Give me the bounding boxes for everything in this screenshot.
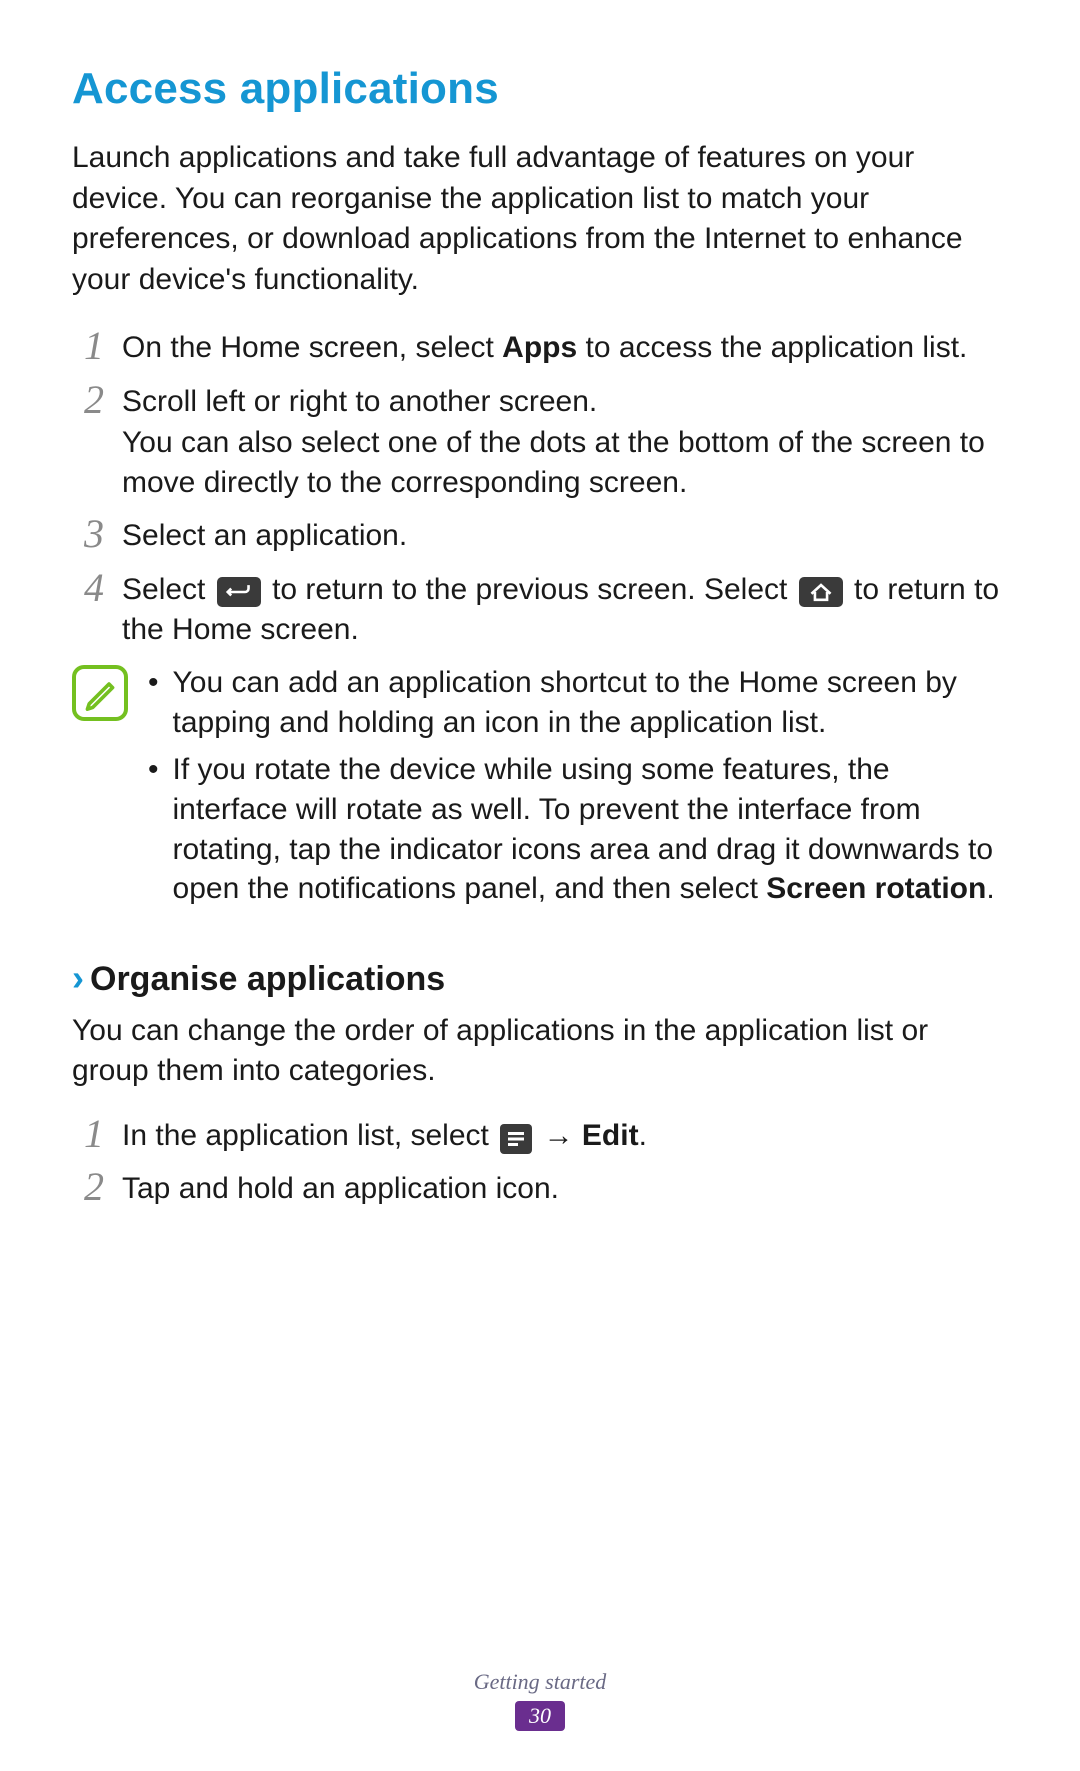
section-heading: Access applications [72, 64, 1008, 114]
bullet-icon: • [148, 750, 159, 908]
text: In the application list, select [122, 1119, 497, 1152]
step-4: 4 Select to return to the previous scree… [72, 570, 1008, 649]
step-text: Select to return to the previous screen.… [122, 570, 1008, 649]
text: Select [122, 573, 214, 606]
step-3: 3 Select an application. [72, 516, 1008, 556]
text-bold-apps: Apps [502, 331, 577, 364]
step-text: Scroll left or right to another screen. … [122, 382, 1008, 503]
note-body: • You can add an application shortcut to… [148, 663, 1008, 917]
steps-list: 1 On the Home screen, select Apps to acc… [72, 328, 1008, 649]
back-icon [217, 577, 261, 607]
step-number: 2 [72, 380, 104, 420]
text: Tap and hold an application icon. [122, 1169, 559, 1209]
menu-icon [500, 1124, 532, 1154]
text: to access the application list. [577, 331, 967, 364]
step-number: 3 [72, 514, 104, 554]
page-number: 30 [515, 1701, 565, 1731]
footer-section-name: Getting started [0, 1669, 1080, 1695]
text-bold-screen-rotation: Screen rotation [766, 872, 986, 905]
text: If you rotate the device while using som… [173, 750, 1008, 908]
step-number: 2 [72, 1167, 104, 1207]
note-bullet-1: • You can add an application shortcut to… [148, 663, 1008, 742]
text: → [544, 1119, 582, 1152]
step-2: 2 Scroll left or right to another screen… [72, 382, 1008, 503]
step-text: Select an application. [122, 516, 407, 556]
subsection-heading-row: › Organise applications [72, 957, 1008, 999]
sub-step-1: 1 In the application list, select → Edit… [72, 1116, 1008, 1156]
text: You can also select one of the dots at t… [122, 423, 1008, 502]
step-number: 1 [72, 1114, 104, 1154]
subsection-heading: Organise applications [90, 960, 445, 999]
note-bullet-2: • If you rotate the device while using s… [148, 750, 1008, 908]
text-bold-edit: Edit [582, 1119, 639, 1152]
step-text: On the Home screen, select Apps to acces… [122, 328, 967, 368]
step-number: 1 [72, 326, 104, 366]
intro-paragraph: Launch applications and take full advant… [72, 138, 1008, 300]
text: Scroll left or right to another screen. [122, 382, 1008, 422]
note-block: • You can add an application shortcut to… [72, 663, 1008, 917]
text: . [986, 872, 994, 905]
text: Select an application. [122, 516, 407, 556]
text: to return to the previous screen. Select [272, 573, 796, 606]
bullet-icon: • [148, 663, 159, 742]
step-number: 4 [72, 568, 104, 608]
chevron-icon: › [72, 957, 84, 999]
page-footer: Getting started 30 [0, 1669, 1080, 1731]
subsection-intro: You can change the order of applications… [72, 1011, 1008, 1092]
text: You can add an application shortcut to t… [173, 663, 1008, 742]
text: . [639, 1119, 647, 1152]
step-text: In the application list, select → Edit. [122, 1116, 647, 1156]
step-text: Tap and hold an application icon. [122, 1169, 559, 1209]
sub-step-2: 2 Tap and hold an application icon. [72, 1169, 1008, 1209]
sub-steps-list: 1 In the application list, select → Edit… [72, 1116, 1008, 1209]
note-icon [72, 665, 128, 721]
text: On the Home screen, select [122, 331, 502, 364]
manual-page: Access applications Launch applications … [0, 0, 1080, 1771]
step-1: 1 On the Home screen, select Apps to acc… [72, 328, 1008, 368]
home-icon [799, 577, 843, 607]
